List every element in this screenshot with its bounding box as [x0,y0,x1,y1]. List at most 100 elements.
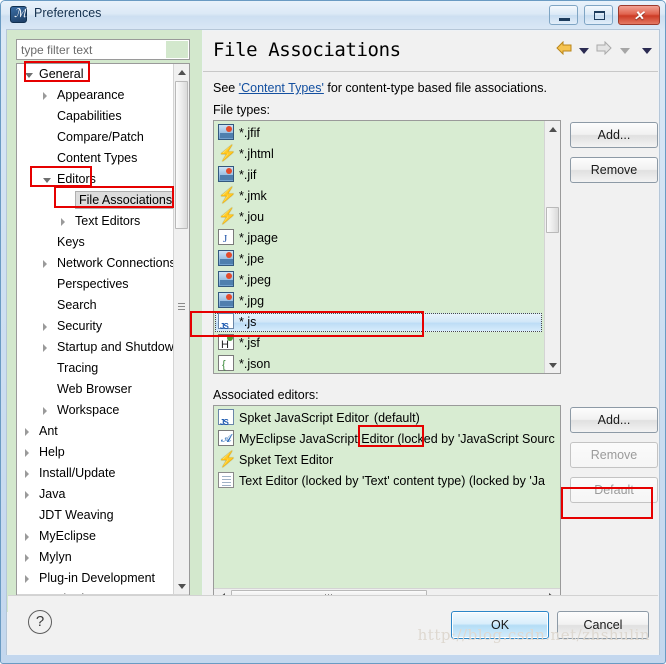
sidebar-item-help[interactable]: Help [17,442,173,463]
window-title: Preferences [34,6,102,20]
bolt-file-icon [218,449,237,470]
sidebar-item-search[interactable]: Search [17,295,173,316]
file-types-vertical-scrollbar[interactable] [544,121,560,373]
file-types-items[interactable]: *.jfif *.jhtml *.jif *.jmk *.jou *.jpage *.jpe… [214,123,543,373]
minimize-button[interactable] [549,5,579,25]
associated-editor-row[interactable]: Text Editor (locked by 'Text' content ty… [214,471,560,492]
sidebar-item-content-types[interactable]: Content Types [17,148,173,169]
tree-scroll-down-button[interactable] [174,578,189,594]
triangle-down-icon [178,584,186,589]
filetypes-scroll-thumb[interactable] [546,207,559,233]
back-menu-button[interactable] [578,43,589,57]
file-type-row[interactable]: *.js [214,312,543,337]
hint-prefix: See [213,81,239,95]
file-type-row[interactable]: *.jmk [214,185,543,207]
file-type-row[interactable]: *.jhtml [214,143,543,165]
file-type-row[interactable]: *.jpeg [214,270,543,291]
sidebar-item-jdt-weaving[interactable]: JDT Weaving [17,505,173,526]
sidebar-item-label: Ant [39,424,58,438]
associated-editors-items[interactable]: Spket JavaScript Editor (default) MyEclips… [214,408,560,492]
filetypes-scroll-down-button[interactable] [545,357,560,373]
sidebar-item-security[interactable]: Security [17,316,173,337]
sidebar-item-label: Keys [57,235,85,249]
sidebar-item-capabilities[interactable]: Capabilities [17,106,173,127]
bolt-file-icon [218,143,237,164]
associated-editors-list[interactable]: Spket JavaScript Editor (default) MyEclips… [213,405,561,605]
associated-editor-row[interactable]: Spket Text Editor [214,449,560,471]
twisty-expanded-icon[interactable] [43,178,51,183]
help-button[interactable]: ? [28,610,52,634]
back-button[interactable] [555,40,573,58]
tree-scroll-up-button[interactable] [174,64,189,80]
file-types-list[interactable]: *.jfif *.jhtml *.jif *.jmk *.jou *.jpage *.jpe… [213,120,561,374]
file-type-row[interactable]: *.jpg [214,291,543,312]
content-types-link[interactable]: 'Content Types' [239,81,324,95]
page-content: See 'Content Types' for content-type bas… [203,72,658,654]
associated-editor-row[interactable]: Spket JavaScript Editor (default) [214,408,560,433]
file-type-row[interactable]: *.jou [214,206,543,228]
sidebar-item-install-update[interactable]: Install/Update [17,463,173,484]
editors-add-button[interactable]: Add... [570,407,658,433]
sidebar-item-label: Security [57,319,103,333]
twisty-collapsed-icon[interactable] [25,575,29,583]
maximize-icon [593,11,605,20]
sidebar-item-general[interactable]: General [17,64,173,85]
twisty-collapsed-icon[interactable] [61,218,65,226]
sidebar-item-network-connections[interactable]: Network Connections [17,253,173,274]
twisty-collapsed-icon[interactable] [43,407,47,415]
filter-clear-zone[interactable] [166,41,188,58]
sidebar-item-mylyn[interactable]: Mylyn [17,547,173,568]
file-type-row[interactable]: *.jfif [214,123,543,144]
file-type-label: *.jpage [239,231,278,245]
twisty-collapsed-icon[interactable] [43,260,47,268]
sidebar-item-editors[interactable]: Editors [17,169,173,190]
maximize-button[interactable] [583,5,613,25]
json-file-icon [218,355,234,373]
file-type-row[interactable]: *.jif [214,165,543,186]
tree-vertical-scrollbar[interactable] [173,64,189,594]
twisty-collapsed-icon[interactable] [25,428,29,436]
file-type-row[interactable]: *.jsf [214,333,543,356]
view-menu-button[interactable] [642,43,652,57]
twisty-collapsed-icon[interactable] [25,533,29,541]
file-type-row[interactable]: *.jpe [214,249,543,270]
preferences-tree[interactable]: General Appearance Capabilities Compare/Pat… [16,63,190,611]
sidebar-item-text-editors[interactable]: Text Editors [17,211,173,232]
sidebar-item-java[interactable]: Java [17,484,173,505]
bolt-file-icon [218,206,237,227]
file-type-row[interactable]: *.jpage [214,228,543,250]
page-header: File Associations [203,31,658,72]
twisty-expanded-icon[interactable] [25,73,33,78]
sidebar-item-plug-in-development[interactable]: Plug-in Development [17,568,173,589]
twisty-collapsed-icon[interactable] [25,491,29,499]
sidebar-item-web-browser[interactable]: Web Browser [17,379,173,400]
twisty-collapsed-icon[interactable] [25,449,29,457]
tree-scroll-thumb[interactable] [175,81,188,229]
sidebar-item-ant[interactable]: Ant [17,421,173,442]
associated-editor-row[interactable]: MyEclipse JavaScript Editor (locked by '… [214,429,560,450]
hint-suffix: for content-type based file associations… [323,81,547,95]
close-button[interactable]: ✕ [618,5,660,25]
sidebar-item-workspace[interactable]: Workspace [17,400,173,421]
twisty-collapsed-icon[interactable] [43,323,47,331]
sidebar-item-file-associations[interactable]: File Associations [17,190,173,211]
twisty-collapsed-icon[interactable] [43,344,47,352]
file-types-remove-button[interactable]: Remove [570,157,658,183]
sidebar-item-startup-and-shutdown[interactable]: Startup and Shutdown [17,337,173,358]
sidebar-item-appearance[interactable]: Appearance [17,85,173,106]
twisty-collapsed-icon[interactable] [43,92,47,100]
sidebar-item-label: Compare/Patch [57,130,144,144]
sidebar-item-compare-patch[interactable]: Compare/Patch [17,127,173,148]
sidebar-item-myeclipse[interactable]: MyEclipse [17,526,173,547]
filetypes-scroll-up-button[interactable] [545,121,560,137]
sidebar-item-perspectives[interactable]: Perspectives [17,274,173,295]
search-input[interactable]: type filter text [16,39,190,60]
file-type-row[interactable]: *.json [214,354,543,373]
sidebar-item-keys[interactable]: Keys [17,232,173,253]
sidebar-item-label: Network Connections [57,256,173,270]
file-types-add-button[interactable]: Add... [570,122,658,148]
sidebar-item-tracing[interactable]: Tracing [17,358,173,379]
twisty-collapsed-icon[interactable] [25,470,29,478]
twisty-collapsed-icon[interactable] [25,554,29,562]
preferences-tree-list[interactable]: General Appearance Capabilities Compare/Pat… [17,64,173,610]
